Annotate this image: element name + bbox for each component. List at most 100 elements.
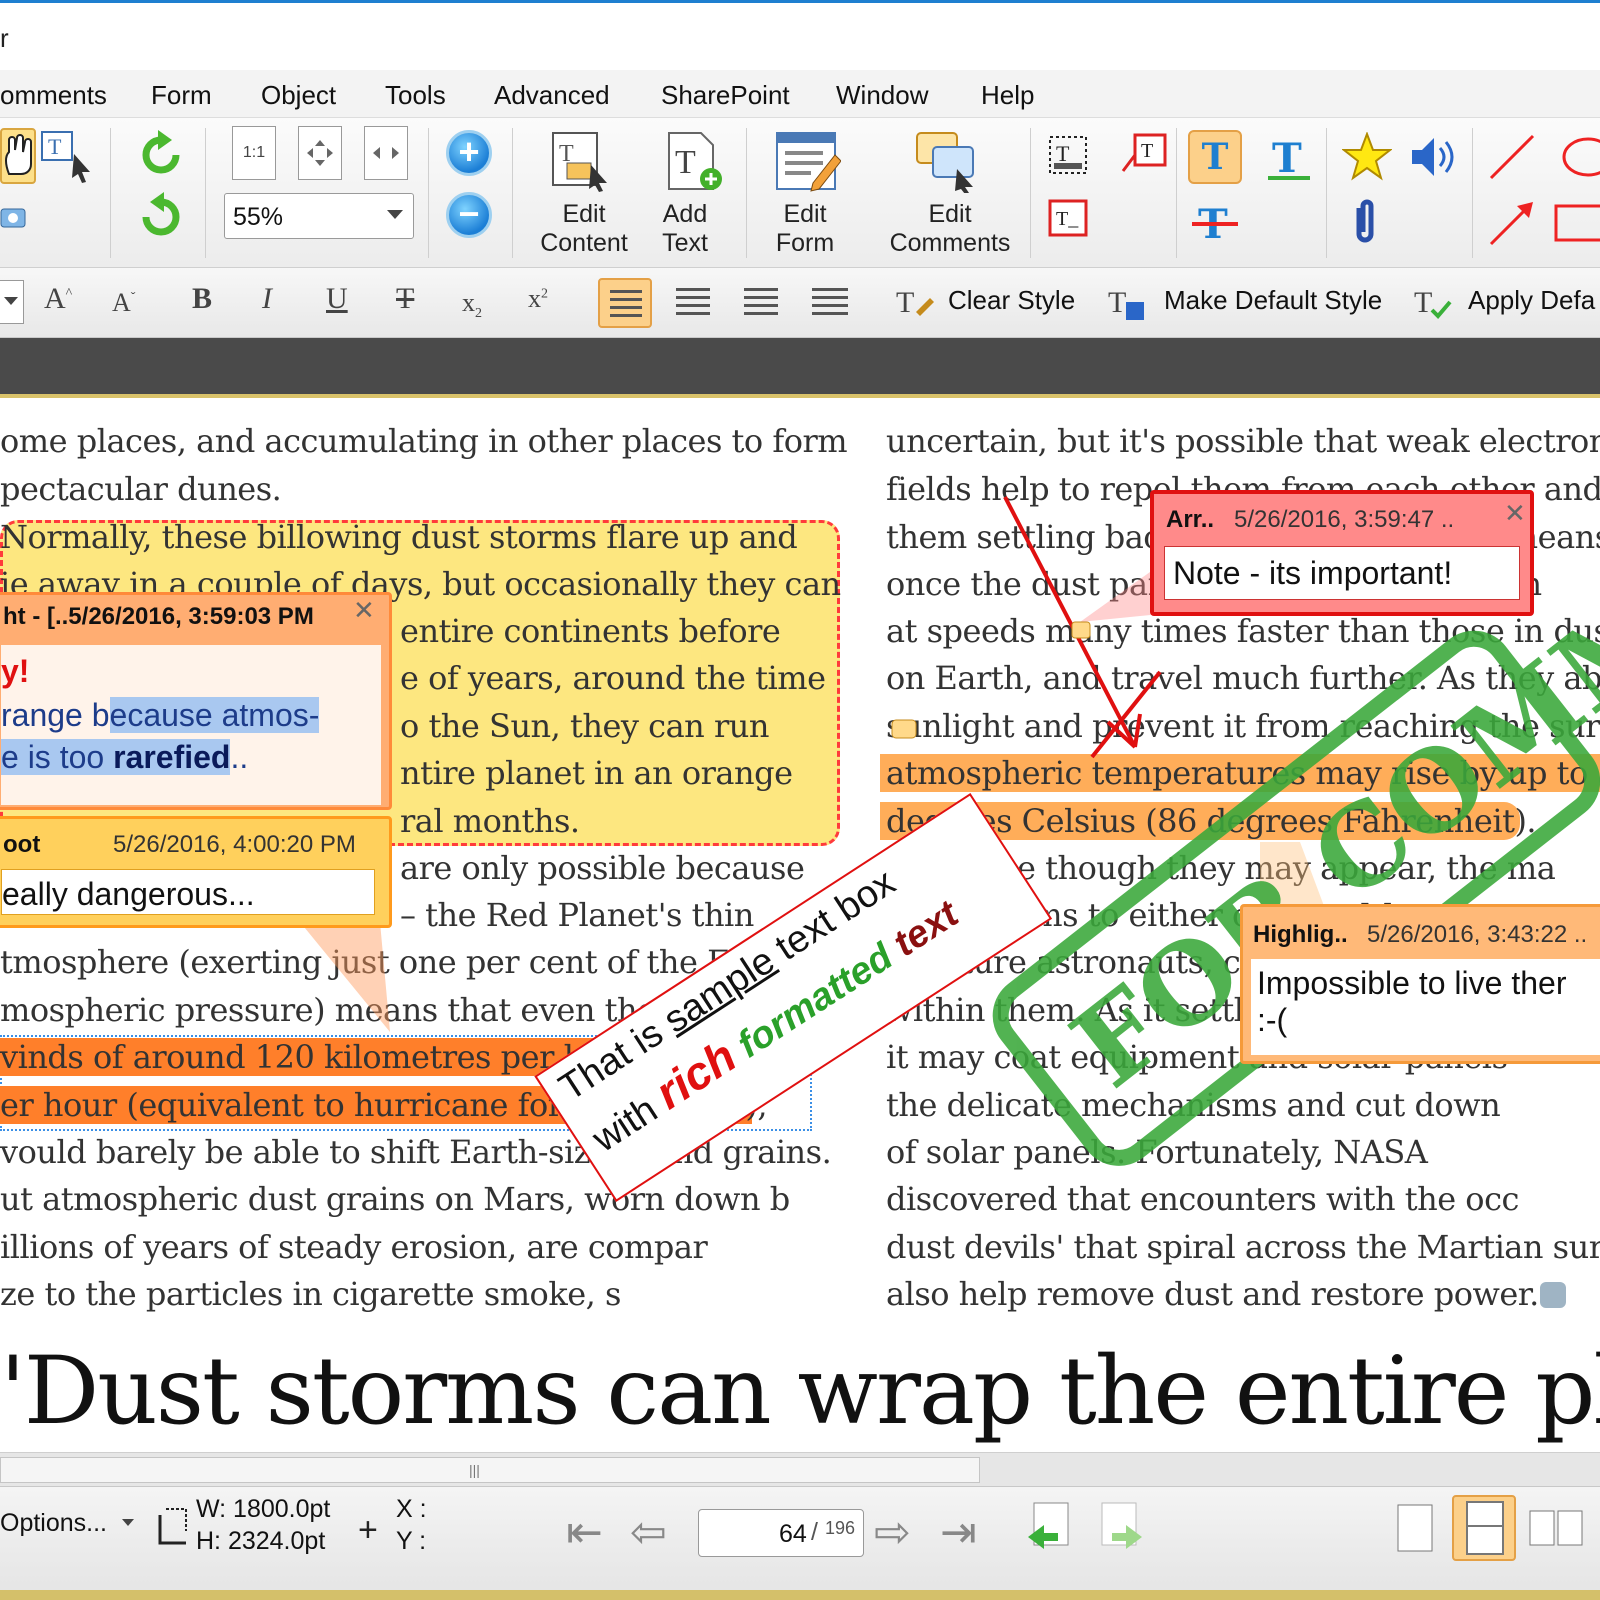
previous-page-icon[interactable]: ⇦ [630,1511,667,1555]
decrease-font-size-icon[interactable]: Aˇ [112,288,135,318]
rotate-counterclockwise-icon[interactable] [134,190,188,244]
ribbon-separator [1472,128,1473,258]
rectangle-tool-icon[interactable] [1550,196,1600,250]
zoom-in-icon[interactable]: + [446,130,492,176]
underline-icon[interactable]: U [326,282,348,316]
clear-style-icon: T [896,286,934,319]
facing-pages-icon[interactable] [1528,1505,1588,1555]
hand-tool-icon[interactable] [0,128,36,184]
crosshair-icon: + [358,1511,378,1549]
increase-font-size-icon[interactable]: A^ [44,282,72,316]
svg-text:T: T [1414,286,1432,319]
bottom-accent-strip [0,1590,1600,1600]
add-text-icon[interactable]: T [660,128,726,194]
total-pages: 196 [825,1518,856,1538]
underline-text-icon[interactable]: T [1262,130,1316,184]
star-note-icon[interactable] [1340,130,1394,184]
actual-size-icon[interactable]: 1:1 [232,126,276,180]
scrollbar-thumb[interactable]: ||| [0,1457,980,1483]
zoom-out-icon[interactable]: − [446,192,492,238]
zoom-value: 55% [233,203,284,231]
reply-text[interactable]: eally dangerous... [1,869,375,915]
apply-default-style-button[interactable]: T Apply Defa [1414,278,1600,328]
ribbon-separator [512,128,513,258]
speaker-icon[interactable] [1404,130,1464,184]
save-style-icon: T [1108,286,1144,320]
chevron-down-icon[interactable] [122,1519,134,1526]
highlight-popup-text[interactable]: Impossible to live ther :-( [1251,959,1600,1055]
next-view-icon[interactable] [1096,1501,1146,1555]
next-page-icon[interactable]: ⇨ [874,1511,911,1555]
insert-text-icon[interactable]: T [1188,130,1242,184]
select-text-icon[interactable]: T [40,128,96,184]
clear-style-button[interactable]: T Clear Style [876,278,1075,328]
edit-comments-icon[interactable] [912,128,982,194]
snapshot-icon[interactable] [0,202,26,232]
chevron-down-icon [4,297,18,305]
edit-comments-button[interactable]: Edit Comments [880,200,1020,258]
fit-page-icon[interactable] [298,126,342,180]
cursor-y: Y : [396,1527,427,1555]
close-icon[interactable]: ✕ [1504,498,1526,529]
bold-icon[interactable]: B [192,282,212,316]
fit-width-icon[interactable] [364,126,408,180]
page-number-field[interactable]: 64 / 196 [698,1509,864,1557]
status-bar: Options... W: 1800.0pt H: 2324.0pt + X :… [0,1486,1600,1600]
add-text-button[interactable]: Add Text [640,200,730,258]
edit-form-icon[interactable] [772,128,842,194]
rotate-clockwise-icon[interactable] [134,128,188,182]
first-page-icon[interactable]: ⇤ [566,1511,603,1555]
align-right-icon[interactable] [734,278,788,328]
italic-icon[interactable]: I [262,282,272,316]
ribbon-separator [1176,128,1177,258]
window-title: r [0,23,9,53]
strikethrough-icon[interactable]: T [396,282,414,316]
ribbon-separator [428,128,429,258]
typewriter-icon[interactable]: T [1044,130,1092,180]
align-left-icon[interactable] [598,278,652,328]
menu-help[interactable]: Help [981,80,1034,111]
edit-content-button[interactable]: Edit Content [534,200,634,258]
arrow-note-popup[interactable]: Arr.. 5/26/2016, 3:59:47 .. ✕ Note - its… [1150,490,1534,616]
edit-form-button[interactable]: Edit Form [760,200,850,258]
arrow-tool-icon[interactable] [1484,196,1540,250]
strikeout-text-icon[interactable]: T [1188,196,1242,250]
menu-sharepoint[interactable]: SharePoint [661,80,790,111]
popup-body[interactable]: y! range because atmos- e is too rarefie… [1,645,381,805]
last-page-icon[interactable]: ⇥ [940,1511,977,1555]
svg-text:T: T [675,144,696,181]
line-tool-icon[interactable] [1484,130,1540,184]
arrow-note-text[interactable]: Note - its important! [1164,546,1520,600]
subscript-icon[interactable]: x2 [462,288,482,322]
ribbon-separator [205,128,206,258]
document-view[interactable]: ome places, and accumulating in other pl… [0,402,1600,1452]
options-dropdown[interactable]: Options... [0,1509,107,1538]
menu-advanced[interactable]: Advanced [494,80,610,111]
previous-view-icon[interactable] [1024,1501,1074,1555]
superscript-icon[interactable]: x2 [528,284,548,314]
menu-object[interactable]: Object [261,80,336,111]
menu-tools[interactable]: Tools [385,80,446,111]
align-center-icon[interactable] [666,278,720,328]
make-default-style-button[interactable]: T Make Default Style [1108,278,1388,328]
horizontal-scrollbar[interactable]: ||| [0,1452,1600,1486]
highlight-note-popup[interactable]: ht - [..5/26/2016, 3:59:03 PM ✕ y! range… [0,592,392,810]
edit-content-icon[interactable]: T [548,128,614,194]
zoom-select[interactable]: 55% [224,193,414,239]
menu-window[interactable]: Window [836,80,928,111]
attachment-icon[interactable] [1344,196,1384,250]
close-icon[interactable]: ✕ [353,595,375,626]
popup-header: ht - [..5/26/2016, 3:59:03 PM [3,603,314,630]
oval-tool-icon[interactable] [1550,130,1600,184]
align-justify-icon[interactable] [802,278,856,328]
callout-icon[interactable]: T [1120,130,1170,180]
reply-popup[interactable]: oot 5/26/2016, 4:00:20 PM eally dangerou… [0,816,392,928]
continuous-page-icon[interactable] [1452,1495,1516,1561]
single-page-icon[interactable] [1392,1501,1438,1557]
menu-form[interactable]: Form [151,80,212,111]
menu-comments[interactable]: omments [0,80,107,111]
highlight-popup-right[interactable]: Highlig.. 5/26/2016, 3:43:22 .. Impossib… [1240,904,1600,1064]
textbox-icon[interactable]: T_ [1044,194,1092,244]
font-size-dropdown[interactable] [0,280,24,324]
text-format-bar: A^ Aˇ B I U T x2 x2 T Clear Style T Make… [0,268,1600,338]
